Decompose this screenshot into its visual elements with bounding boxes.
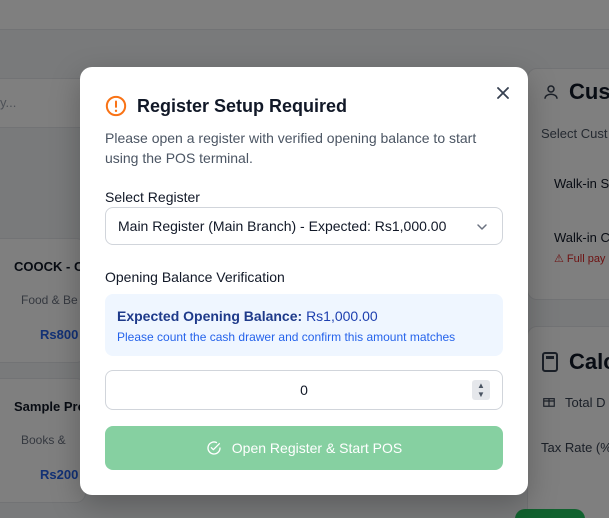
expected-balance-hint: Please count the cash drawer and confirm…	[117, 330, 456, 344]
register-setup-modal: Register Setup Required Please open a re…	[80, 67, 528, 495]
modal-title: Register Setup Required	[137, 95, 348, 116]
opening-balance-label: Opening Balance Verification	[105, 269, 285, 285]
register-select[interactable]: Main Register (Main Branch) - Expected: …	[105, 207, 503, 245]
close-icon	[497, 87, 509, 99]
open-register-label: Open Register & Start POS	[231, 440, 403, 456]
modal-header: Register Setup Required	[105, 95, 347, 117]
expected-balance-info: Expected Opening Balance: Rs1,000.00 Ple…	[105, 294, 503, 356]
expected-balance-line: Expected Opening Balance: Rs1,000.00	[117, 308, 491, 324]
close-button[interactable]	[494, 84, 512, 102]
selected-register-value: Main Register (Main Branch) - Expected: …	[118, 218, 447, 234]
opening-balance-input[interactable]	[106, 371, 502, 409]
expected-balance-value: Rs1,000.00	[306, 308, 378, 324]
stepper-up-icon[interactable]: ▲	[477, 381, 485, 390]
modal-description: Please open a register with verified ope…	[105, 130, 477, 166]
open-register-button[interactable]: Open Register & Start POS	[105, 426, 503, 470]
chevron-down-icon	[477, 224, 487, 230]
expected-balance-label: Expected Opening Balance:	[117, 308, 303, 324]
opening-balance-field[interactable]: ▲ ▼	[105, 370, 503, 410]
check-circle-icon	[207, 441, 221, 455]
alert-circle-icon	[105, 95, 127, 117]
number-stepper[interactable]: ▲ ▼	[472, 380, 490, 400]
select-register-label: Select Register	[105, 189, 200, 205]
stepper-down-icon[interactable]: ▼	[477, 390, 485, 399]
